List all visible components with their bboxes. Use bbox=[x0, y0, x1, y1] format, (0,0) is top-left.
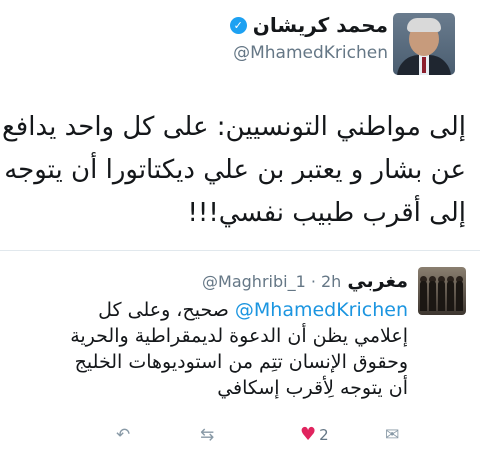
reply-text-fragment: صحيح، وعلى كل bbox=[98, 299, 235, 321]
mention-link[interactable]: @MhamedKrichen bbox=[235, 299, 408, 321]
reply-tweet: مغربي @Maghribi_1 · 2h @MhamedKrichen صح… bbox=[0, 251, 480, 458]
avatar[interactable] bbox=[393, 13, 455, 75]
reply-text-line: أن يتوجه لِأقرب إسكافي bbox=[217, 377, 408, 399]
author-handle[interactable]: @MhamedKrichen bbox=[233, 43, 388, 63]
like-count: 2 bbox=[319, 426, 329, 444]
reply-text-line: إعلامي يظن أن الدعوة لديمقراطية والحرية bbox=[70, 325, 408, 347]
heart-icon: ♥ bbox=[300, 424, 317, 445]
author-display-name[interactable]: محمد كريشان bbox=[253, 13, 388, 37]
reply-text: @MhamedKrichen صحيح، وعلى كل إعلامي يظن … bbox=[8, 297, 408, 401]
verified-badge-icon: ✓ bbox=[229, 16, 247, 34]
action-bar: ↶ ⇆ ♥ 2 ✉ bbox=[0, 424, 480, 448]
tweet-text-line: إلى أقرب طبيب نفسي!!! bbox=[187, 198, 466, 228]
author-name-row: محمد كريشان ✓ bbox=[229, 13, 388, 37]
like-button[interactable]: ♥ 2 bbox=[300, 424, 329, 446]
tweet-text-line: عن بشار و يعتبر بن علي ديكتاتورا أن يتوج… bbox=[4, 155, 466, 185]
reply-text-line: وحقوق الإنسان تتِم من استوديوهات الخليج bbox=[74, 351, 408, 373]
direct-message-icon[interactable]: ✉ bbox=[385, 424, 399, 446]
tweet-card: ⌄ محمد كريشان ✓ @MhamedKrichen إلى مواطن… bbox=[0, 0, 480, 458]
reply-display-name[interactable]: مغربي bbox=[347, 270, 408, 292]
reply-icon[interactable]: ↶ bbox=[116, 424, 130, 446]
tweet-text: إلى مواطني التونسيين: على كل واحد يدافع … bbox=[1, 106, 466, 235]
avatar[interactable] bbox=[418, 267, 466, 315]
main-tweet: ⌄ محمد كريشان ✓ @MhamedKrichen إلى مواطن… bbox=[0, 0, 480, 251]
reply-header: مغربي @Maghribi_1 · 2h bbox=[202, 270, 408, 292]
tweet-text-line: إلى مواطني التونسيين: على كل واحد يدافع bbox=[1, 112, 466, 142]
reply-text-line: @MhamedKrichen صحيح، وعلى كل bbox=[8, 297, 408, 323]
retweet-icon[interactable]: ⇆ bbox=[200, 424, 214, 446]
reply-handle-time[interactable]: @Maghribi_1 · 2h bbox=[202, 272, 341, 291]
